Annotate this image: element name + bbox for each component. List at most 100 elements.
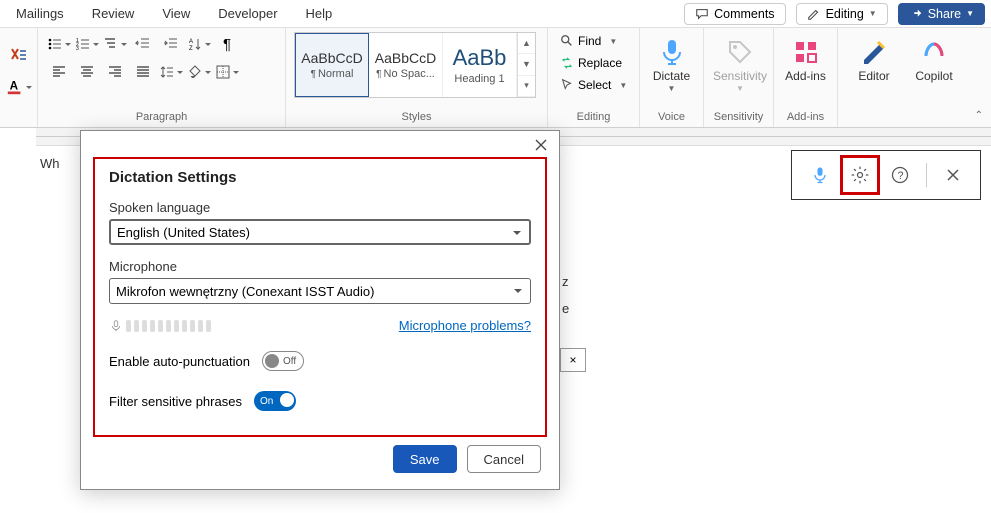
menubar: Mailings Review View Developer Help Comm…	[0, 0, 991, 28]
separator	[926, 163, 927, 187]
pencil-icon	[807, 7, 821, 21]
dialog-highlight-region: Dictation Settings Spoken language Engli…	[93, 157, 547, 437]
copilot-label: Copilot	[915, 70, 952, 83]
editor-button[interactable]: Editor	[846, 32, 902, 87]
menu-review[interactable]: Review	[80, 2, 147, 25]
microphone-select[interactable]: Mikrofon wewnętrzny (Conexant ISST Audio…	[109, 278, 531, 304]
shading-button[interactable]	[186, 60, 212, 84]
expand-gallery-icon[interactable]: ▾	[518, 76, 535, 97]
addins-icon	[790, 36, 822, 68]
numbering-button[interactable]: 123	[74, 32, 100, 56]
tag-icon	[724, 36, 756, 68]
ribbon-group-label	[8, 109, 29, 125]
bullets-button[interactable]	[46, 32, 72, 56]
align-right-button[interactable]	[102, 60, 128, 84]
editor-label: Editor	[858, 70, 889, 83]
copilot-button[interactable]: Copilot	[906, 32, 962, 87]
decrease-indent-button[interactable]	[130, 32, 156, 56]
editing-label: Editing	[826, 7, 864, 21]
editor-icon	[858, 36, 890, 68]
ribbon-group-voice: Dictate ▼ Voice	[640, 28, 704, 127]
align-center-button[interactable]	[74, 60, 100, 84]
style-preview: AaBb	[453, 45, 507, 71]
menu-help[interactable]: Help	[294, 2, 345, 25]
increase-indent-button[interactable]	[158, 32, 184, 56]
auto-punctuation-label: Enable auto-punctuation	[109, 354, 250, 369]
chevron-down-icon: ▼	[966, 9, 974, 18]
replace-button[interactable]: Replace	[556, 54, 631, 72]
dictation-mic-button[interactable]	[800, 155, 840, 195]
borders-button[interactable]	[214, 60, 240, 84]
menu-developer[interactable]: Developer	[206, 2, 289, 25]
microphone-problems-link[interactable]: Microphone problems?	[399, 318, 531, 333]
align-left-button[interactable]	[46, 60, 72, 84]
dictate-button[interactable]: Dictate ▼	[648, 32, 695, 98]
auto-punctuation-toggle[interactable]: Off	[262, 351, 304, 371]
dialog-close-button[interactable]	[527, 133, 555, 157]
ribbon-group-styles: AaBbCcD ¶Normal AaBbCcD ¶No Spac... AaBb…	[286, 28, 548, 127]
sensitivity-group-label: Sensitivity	[712, 109, 765, 125]
multilevel-list-button[interactable]	[102, 32, 128, 56]
help-icon: ?	[890, 165, 910, 185]
addins-label: Add-ins	[785, 70, 826, 83]
share-button[interactable]: Share ▼	[898, 3, 985, 25]
ribbon-group-assist: Editor Copilot	[838, 28, 970, 127]
sort-button[interactable]: AZ	[186, 32, 212, 56]
microphone-value: Mikrofon wewnętrzny (Conexant ISST Audio…	[116, 284, 374, 299]
comments-label: Comments	[714, 7, 774, 21]
close-icon	[535, 139, 547, 151]
comments-button[interactable]: Comments	[684, 3, 785, 25]
scroll-down-icon[interactable]: ▼	[518, 54, 535, 75]
select-button[interactable]: Select ▼	[556, 76, 631, 94]
doc-text-fragment: z e	[562, 160, 569, 321]
card-close-fragment[interactable]: ×	[560, 348, 586, 372]
menu-view[interactable]: View	[150, 2, 202, 25]
document-text: Wh	[40, 156, 60, 171]
save-button[interactable]: Save	[393, 445, 457, 473]
voice-group-label: Voice	[648, 109, 695, 125]
spoken-language-select[interactable]: English (United States)	[109, 219, 531, 245]
spoken-language-label: Spoken language	[109, 200, 531, 215]
svg-text:3: 3	[76, 46, 79, 52]
styles-pane-icon[interactable]	[6, 43, 32, 67]
sensitivity-label: Sensitivity	[713, 70, 767, 83]
style-heading-1[interactable]: AaBb Heading 1	[443, 33, 517, 97]
line-spacing-button[interactable]	[158, 60, 184, 84]
dialog-title: Dictation Settings	[109, 169, 531, 186]
show-marks-button[interactable]: ¶	[214, 32, 240, 56]
search-icon	[560, 34, 574, 48]
addins-group-label: Add-ins	[782, 109, 829, 125]
toggle-state: On	[260, 396, 273, 407]
microphone-icon	[810, 165, 830, 185]
microphone-label: Microphone	[109, 259, 531, 274]
justify-button[interactable]	[130, 60, 156, 84]
style-name: ¶No Spac...	[376, 68, 435, 80]
style-no-spacing[interactable]: AaBbCcD ¶No Spac...	[369, 33, 443, 97]
dictation-settings-button[interactable]	[840, 155, 880, 195]
dictation-help-button[interactable]: ?	[880, 155, 920, 195]
ribbon: A 123 AZ ¶	[0, 28, 991, 128]
styles-scroll[interactable]: ▲ ▼ ▾	[517, 33, 535, 97]
svg-text:A: A	[9, 79, 18, 92]
styles-gallery[interactable]: AaBbCcD ¶Normal AaBbCcD ¶No Spac... AaBb…	[294, 32, 536, 98]
find-button[interactable]: Find ▼	[556, 32, 631, 50]
toggle-state: Off	[283, 356, 296, 367]
addins-button[interactable]: Add-ins	[782, 32, 829, 87]
style-normal[interactable]: AaBbCcD ¶Normal	[295, 33, 369, 97]
font-color-button[interactable]: A	[6, 75, 32, 99]
sensitivity-button[interactable]: Sensitivity ▼	[712, 32, 768, 98]
scroll-up-icon[interactable]: ▲	[518, 33, 535, 54]
filter-phrases-toggle[interactable]: On	[254, 391, 296, 411]
ribbon-group-editing: Find ▼ Replace Select ▼ Editing	[548, 28, 640, 127]
copilot-icon	[918, 36, 950, 68]
style-preview: AaBbCcD	[301, 50, 362, 66]
close-icon	[946, 168, 960, 182]
editing-mode-button[interactable]: Editing ▼	[796, 3, 888, 25]
cancel-button[interactable]: Cancel	[467, 445, 541, 473]
collapse-ribbon-icon[interactable]: ⌃	[975, 110, 983, 121]
dictation-toolbar: ?	[791, 150, 981, 200]
menu-mailings[interactable]: Mailings	[4, 2, 76, 25]
dictation-close-button[interactable]	[933, 155, 973, 195]
svg-text:Z: Z	[189, 46, 193, 52]
paragraph-group-label: Paragraph	[46, 109, 277, 125]
